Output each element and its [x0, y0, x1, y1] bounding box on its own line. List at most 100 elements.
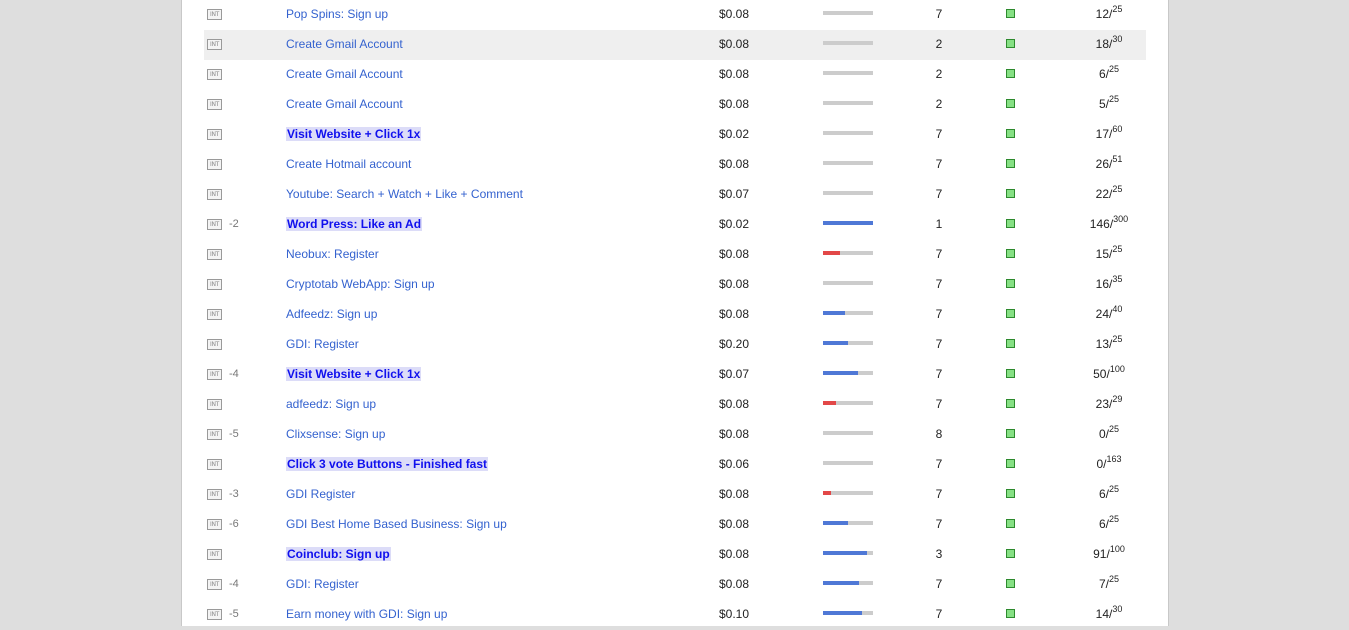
- task-link[interactable]: GDI: Register: [286, 570, 359, 600]
- status-square-icon: [1006, 339, 1015, 348]
- task-link[interactable]: GDI Best Home Based Business: Sign up: [286, 510, 507, 540]
- int-badge-icon: INT: [207, 429, 222, 440]
- task-link[interactable]: GDI: Register: [286, 330, 359, 360]
- task-price: $0.08: [719, 247, 750, 261]
- task-link[interactable]: Create Gmail Account: [286, 90, 403, 120]
- completion-ratio: 15/25: [1095, 244, 1123, 261]
- progress-bar: [823, 101, 873, 105]
- completion-ratio: 5/25: [1098, 94, 1120, 111]
- task-link[interactable]: Clixsense: Sign up: [286, 420, 385, 450]
- status-square-icon: [1006, 39, 1015, 48]
- task-count: 7: [935, 157, 943, 171]
- task-link[interactable]: Cryptotab WebApp: Sign up: [286, 270, 435, 300]
- task-link[interactable]: Visit Website + Click 1x: [286, 360, 422, 390]
- progress-fill: [823, 341, 848, 345]
- task-row: INT -3 GDI Register $0.08 7 6/25: [204, 480, 1146, 510]
- completion-ratio: 6/25: [1098, 484, 1120, 501]
- status-square-icon: [1006, 69, 1015, 78]
- task-price: $0.08: [719, 7, 750, 21]
- progress-bar: [823, 431, 873, 435]
- task-price: $0.08: [719, 547, 750, 561]
- task-row: INT Neobux: Register $0.08 7 15/25: [204, 240, 1146, 270]
- progress-bar: [823, 551, 873, 555]
- task-link[interactable]: Create Gmail Account: [286, 60, 403, 90]
- completion-ratio: 13/25: [1095, 334, 1123, 351]
- task-number: -4: [229, 578, 239, 590]
- int-badge-icon: INT: [207, 249, 222, 260]
- task-link[interactable]: adfeedz: Sign up: [286, 390, 376, 420]
- status-square-icon: [1006, 279, 1015, 288]
- int-badge-icon: INT: [207, 369, 222, 380]
- task-row: INT Create Hotmail account $0.08 7 26/51: [204, 150, 1146, 180]
- task-row: INT Youtube: Search + Watch + Like + Com…: [204, 180, 1146, 210]
- task-price: $0.07: [719, 367, 750, 381]
- task-price: $0.08: [719, 37, 750, 51]
- task-link[interactable]: Youtube: Search + Watch + Like + Comment: [286, 180, 523, 210]
- int-badge-icon: INT: [207, 69, 222, 80]
- task-link[interactable]: Word Press: Like an Ad: [286, 210, 423, 240]
- status-square-icon: [1006, 129, 1015, 138]
- int-badge-icon: INT: [207, 279, 222, 290]
- task-link[interactable]: Adfeedz: Sign up: [286, 300, 377, 330]
- completion-ratio: 6/25: [1098, 514, 1120, 531]
- task-count: 7: [935, 367, 943, 381]
- task-number: -5: [229, 428, 239, 440]
- task-row: INT Coinclub: Sign up $0.08 3 91/100: [204, 540, 1146, 570]
- task-link[interactable]: Click 3 vote Buttons - Finished fast: [286, 450, 489, 480]
- status-square-icon: [1006, 249, 1015, 258]
- int-badge-icon: INT: [207, 489, 222, 500]
- status-square-icon: [1006, 309, 1015, 318]
- completion-ratio: 22/25: [1095, 184, 1123, 201]
- task-count: 7: [935, 247, 943, 261]
- completion-ratio: 146/300: [1089, 214, 1129, 231]
- progress-fill: [823, 611, 862, 615]
- int-badge-icon: INT: [207, 399, 222, 410]
- task-link[interactable]: Create Gmail Account: [286, 30, 403, 60]
- int-badge-icon: INT: [207, 309, 222, 320]
- task-link[interactable]: Visit Website + Click 1x: [286, 120, 422, 150]
- task-row: INT Adfeedz: Sign up $0.08 7 24/40: [204, 300, 1146, 330]
- task-price: $0.08: [719, 427, 750, 441]
- progress-bar: [823, 371, 873, 375]
- progress-bar: [823, 401, 873, 405]
- task-row: INT Create Gmail Account $0.08 2 5/25: [204, 90, 1146, 120]
- int-badge-icon: INT: [207, 549, 222, 560]
- progress-fill: [823, 551, 867, 555]
- progress-bar: [823, 71, 873, 75]
- task-link[interactable]: Neobux: Register: [286, 240, 379, 270]
- task-link[interactable]: Coinclub: Sign up: [286, 540, 391, 570]
- completion-ratio: 18/30: [1095, 34, 1123, 51]
- task-price: $0.08: [719, 577, 750, 591]
- status-square-icon: [1006, 99, 1015, 108]
- int-badge-icon: INT: [207, 219, 222, 230]
- status-square-icon: [1006, 399, 1015, 408]
- status-square-icon: [1006, 369, 1015, 378]
- task-count: 7: [935, 517, 943, 531]
- task-count: 7: [935, 337, 943, 351]
- status-square-icon: [1006, 189, 1015, 198]
- task-row: INT -4 GDI: Register $0.08 7 7/25: [204, 570, 1146, 600]
- status-square-icon: [1006, 489, 1015, 498]
- task-number: -4: [229, 368, 239, 380]
- task-price: $0.08: [719, 97, 750, 111]
- task-count: 7: [935, 277, 943, 291]
- status-square-icon: [1006, 219, 1015, 228]
- task-price: $0.06: [719, 457, 750, 471]
- progress-bar: [823, 521, 873, 525]
- task-row: INT adfeedz: Sign up $0.08 7 23/29: [204, 390, 1146, 420]
- progress-bar: [823, 11, 873, 15]
- task-link[interactable]: GDI Register: [286, 480, 355, 510]
- task-number: -2: [229, 218, 239, 230]
- int-badge-icon: INT: [207, 39, 222, 50]
- progress-bar: [823, 131, 873, 135]
- task-link[interactable]: Pop Spins: Sign up: [286, 0, 388, 30]
- task-number: -3: [229, 488, 239, 500]
- completion-ratio: 7/25: [1098, 574, 1120, 591]
- task-price: $0.20: [719, 337, 750, 351]
- progress-bar: [823, 191, 873, 195]
- task-row: INT -6 GDI Best Home Based Business: Sig…: [204, 510, 1146, 540]
- task-link[interactable]: Create Hotmail account: [286, 150, 411, 180]
- task-count: 1: [935, 217, 943, 231]
- int-badge-icon: INT: [207, 609, 222, 620]
- progress-fill: [823, 521, 848, 525]
